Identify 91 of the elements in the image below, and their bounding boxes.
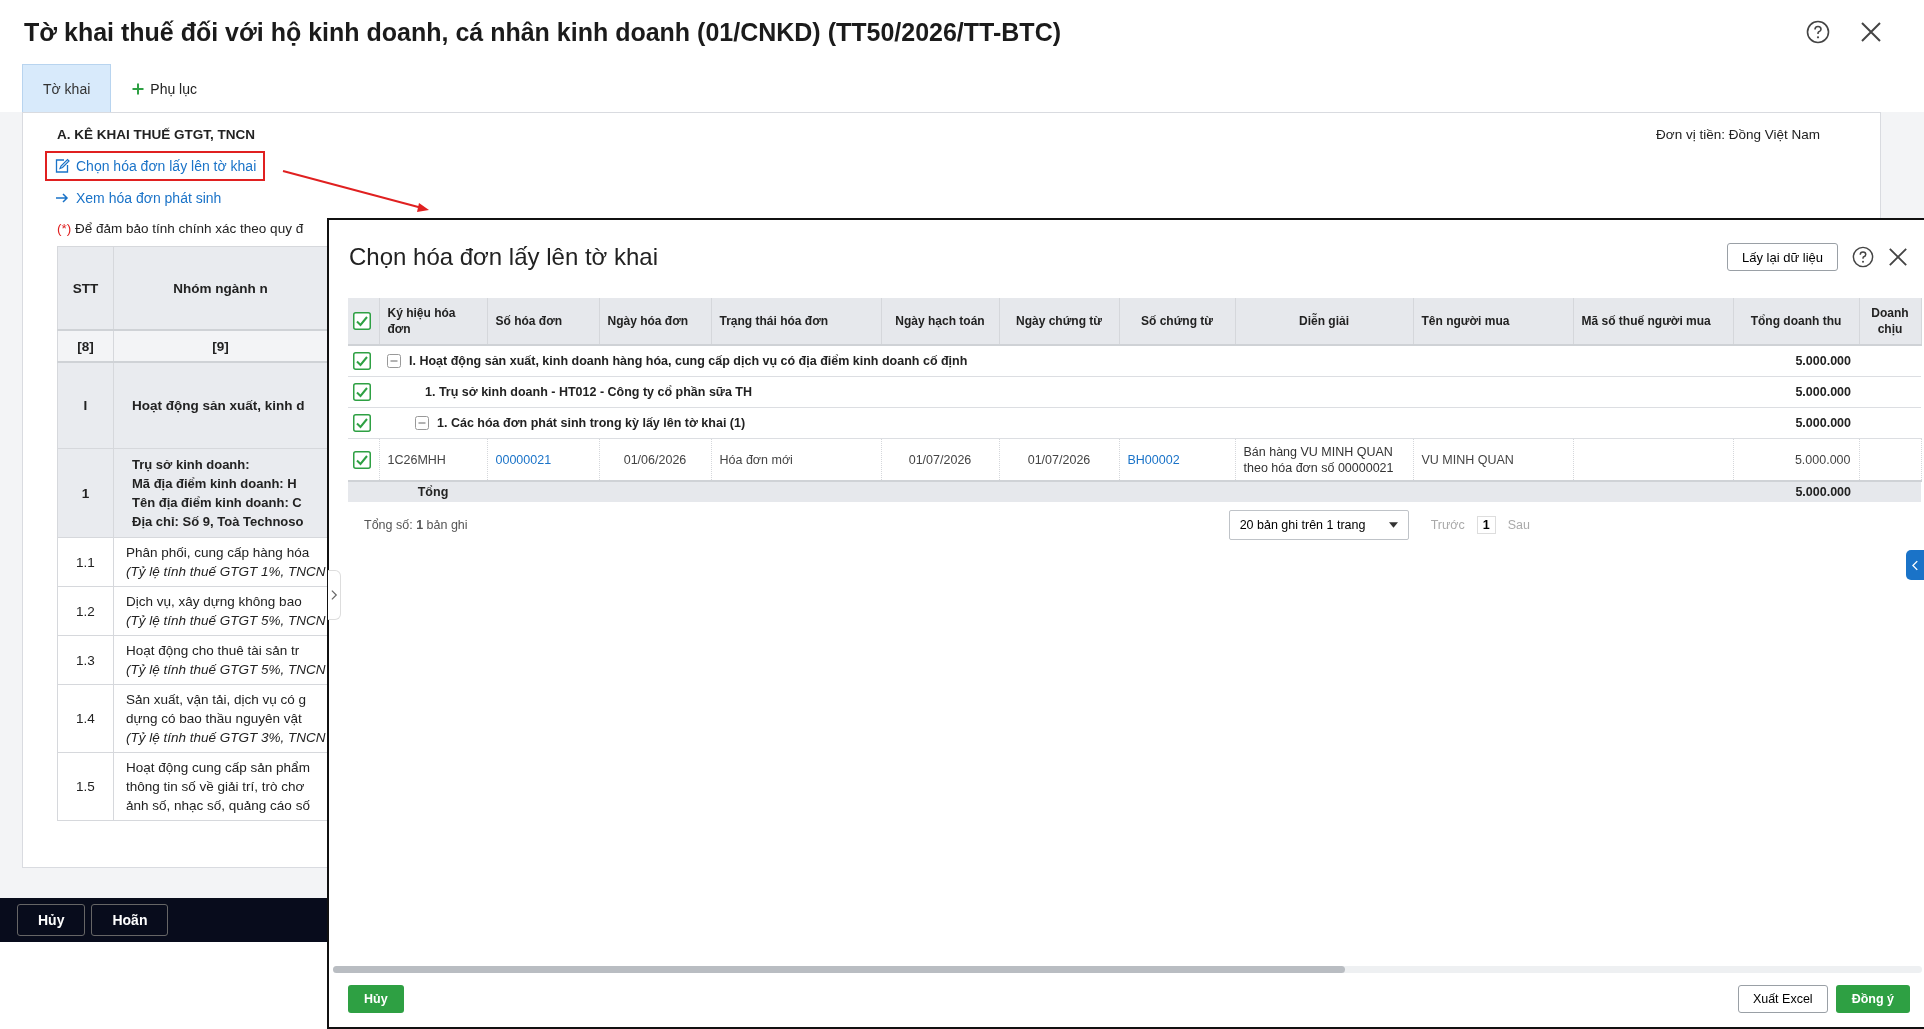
- footer-button[interactable]: Hoãn: [91, 904, 169, 936]
- checkbox[interactable]: [353, 414, 371, 432]
- table-cell: VU MINH QUAN: [1421, 452, 1514, 467]
- currency-label: Đơn vị tiền: Đồng Việt Nam: [1656, 127, 1820, 142]
- column-header: Ký hiệu hóa đơn: [387, 306, 456, 336]
- column-index: [9]: [212, 338, 229, 354]
- table-cell: Hóa đơn mới: [719, 452, 793, 467]
- note-text: (*) Để đảm bảo tính chính xác theo quy đ: [57, 221, 305, 236]
- total-label: Tổng: [417, 485, 449, 499]
- table-cell: 5.000.000: [1794, 452, 1851, 467]
- table-cell: 5.000.000: [1795, 385, 1851, 399]
- side-panel-handle[interactable]: [1906, 550, 1924, 580]
- row-text: Dịch vụ, xây dựng không bao: [126, 593, 303, 611]
- horizontal-scrollbar[interactable]: [333, 966, 1922, 973]
- page-number-button[interactable]: 1: [1476, 516, 1496, 534]
- table-cell: 5.000.000: [1795, 485, 1851, 499]
- column-header: Diễn giải: [1299, 314, 1349, 328]
- column-header: Ngày chứng từ: [1015, 314, 1103, 328]
- row-text: Hoạt động cung cấp sản phẩm: [126, 759, 311, 777]
- group-label: 1. Trụ sở kinh doanh - HT012 - Công ty cổ phần sữa TH: [425, 385, 752, 399]
- row-text: Tên địa điểm kinh doanh: C: [132, 494, 303, 512]
- close-icon[interactable]: [1860, 21, 1882, 43]
- record-count: Tổng số: 1 bản ghi: [364, 518, 468, 532]
- row-text: Phân phối, cung cấp hàng hóa: [126, 544, 311, 562]
- table-cell: 1C26MHH: [387, 452, 446, 467]
- help-icon[interactable]: [1806, 20, 1830, 44]
- table-cell: 01/07/2026: [1027, 452, 1091, 467]
- invoice-number-link[interactable]: 00000021: [495, 452, 552, 467]
- tax-rate-text: (Tỷ lệ tính thuế GTGT 1%, TNCN: [126, 563, 327, 581]
- voucher-number-link[interactable]: BH00002: [1127, 452, 1180, 467]
- action-link[interactable]: Chọn hóa đơn lấy lên tờ khai: [45, 151, 266, 181]
- row-text: Hoạt động cho thuê tài sản tr: [126, 642, 301, 660]
- row-number: I: [83, 398, 88, 413]
- row-number: 1.3: [76, 652, 95, 668]
- tab[interactable]: Tờ khai: [22, 64, 112, 112]
- plus-icon: [132, 82, 145, 95]
- checkbox[interactable]: [353, 383, 371, 401]
- column-header: Số hóa đơn: [495, 314, 563, 328]
- column-header: Ngày hạch toán: [895, 314, 985, 328]
- row-text: Sản xuất, vận tải, dịch vụ có g: [126, 691, 308, 709]
- collapse-icon[interactable]: [415, 416, 429, 430]
- row-text: Địa chỉ: Số 9, Toà Technoso: [132, 513, 305, 531]
- column-header: Trạng thái hóa đơn: [719, 314, 829, 328]
- table-cell: 5.000.000: [1795, 416, 1851, 430]
- tax-rate-text: (Tỷ lệ tính thuế GTGT 5%, TNCN: [126, 612, 327, 630]
- dialog-title: Chọn hóa đơn lấy lên tờ khai: [349, 243, 658, 271]
- edit-icon: [54, 158, 70, 174]
- close-icon[interactable]: [1888, 247, 1908, 267]
- table-cell-text: Bán hàng VU MINH QUAN theo hóa đơn số 00000021: [1243, 443, 1395, 476]
- row-number: 1.5: [76, 779, 95, 794]
- action-link[interactable]: Xem hóa đơn phát sinh: [45, 183, 231, 213]
- section-heading: A. KÊ KHAI THUẾ GTGT, TNCN: [57, 127, 255, 142]
- tax-rate-text: (Tỷ lệ tính thuế GTGT 5%, TNCN: [126, 661, 327, 679]
- column-header: Nhóm ngành n: [173, 280, 268, 296]
- column-header: Ngày hóa đơn: [607, 314, 689, 328]
- row-number: 1.4: [76, 711, 95, 726]
- column-header: Tổng doanh thu: [1750, 314, 1842, 328]
- column-header: Số chứng từ: [1140, 314, 1213, 328]
- row-number: 1.1: [76, 554, 95, 570]
- table-cell: 01/06/2026: [623, 452, 687, 467]
- page-size-select[interactable]: 20 bản ghi trên 1 trang: [1228, 510, 1409, 540]
- row-text: Mã địa điểm kinh doanh: H: [132, 475, 298, 493]
- row-number: 1: [81, 485, 90, 501]
- column-index: [8]: [77, 338, 94, 354]
- help-icon[interactable]: [1852, 246, 1874, 268]
- window-title: Tờ khai thuế đối với hộ kinh doanh, cá nhân kinh doanh (01/CNKD) (TT50/2026/TT-BTC): [24, 17, 1061, 47]
- table-cell: 5.000.000: [1795, 354, 1851, 368]
- tab[interactable]: Phụ lục: [111, 64, 218, 112]
- footer-button[interactable]: Hủy: [17, 904, 86, 936]
- checkbox[interactable]: [353, 312, 371, 330]
- group-label: I. Hoạt động sản xuất, kinh doanh hàng hóa, cung cấp dịch vụ có địa điểm kinh doanh cố định: [409, 354, 968, 368]
- row-text: ảnh số, nhạc số, quảng cáo số: [126, 797, 311, 815]
- tax-rate-text: (Tỷ lệ tính thuế GTGT 3%, TNCN: [126, 729, 327, 747]
- table-cell: 01/07/2026: [908, 452, 972, 467]
- column-header: Doanh chịu: [1871, 306, 1909, 336]
- collapse-handle[interactable]: [328, 570, 341, 620]
- checkbox[interactable]: [353, 450, 371, 469]
- row-text: dựng có bao thầu nguyên vật: [126, 710, 303, 728]
- caret-icon: [1388, 522, 1398, 528]
- checkbox[interactable]: [353, 352, 371, 370]
- dialog-button[interactable]: Xuất Excel: [1737, 985, 1828, 1013]
- row-number: 1.2: [76, 603, 95, 619]
- column-header: Tên người mua: [1421, 314, 1510, 328]
- row-text: Trụ sở kinh doanh:: [132, 456, 251, 474]
- refresh-data-button[interactable]: Lấy lại dữ liệu: [1727, 243, 1838, 271]
- row-text: thông tin số về giải trí, trò chơ: [126, 778, 306, 796]
- row-text: Hoạt động sản xuất, kinh d: [132, 397, 306, 415]
- collapse-icon[interactable]: [387, 354, 401, 368]
- column-header: STT: [72, 280, 99, 296]
- group-label: 1. Các hóa đơn phát sinh trong kỳ lấy lên tờ khai (1): [437, 416, 746, 430]
- column-header: Mã số thuế người mua: [1581, 314, 1711, 328]
